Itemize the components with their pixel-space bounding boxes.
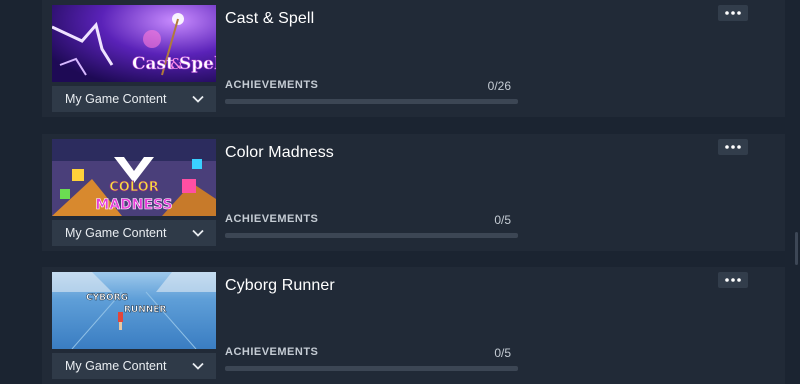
game-title[interactable]: Cyborg Runner [225, 277, 335, 295]
content-filter-label: My Game Content [65, 92, 167, 106]
thumbnail-title-text: Spell [179, 54, 216, 74]
game-thumbnail[interactable]: Cast & Spell [52, 5, 216, 82]
ellipsis-icon [725, 11, 741, 15]
scrollbar-thumb[interactable] [795, 232, 798, 265]
achievements-count: 0/5 [494, 213, 511, 227]
game-title[interactable]: Color Madness [225, 144, 334, 162]
content-filter-dropdown[interactable]: My Game Content [52, 220, 216, 246]
content-filter-dropdown[interactable]: My Game Content [52, 353, 216, 379]
thumbnail-title-text: Cast [132, 54, 174, 74]
more-options-button[interactable] [718, 139, 748, 155]
content-filter-label: My Game Content [65, 226, 167, 240]
ellipsis-icon [725, 145, 741, 149]
ellipsis-icon [725, 278, 741, 282]
achievements-count: 0/26 [487, 79, 511, 93]
thumbnail-title-text: CYBORG [86, 293, 128, 303]
game-card: Cast & Spell My Game Content Cast & Spel… [42, 0, 785, 117]
achievements-label: ACHIEVEMENTS [225, 79, 319, 91]
game-card: CYBORG RUNNER My Game Content Cyborg Run… [42, 267, 785, 384]
more-options-button[interactable] [718, 272, 748, 288]
content-filter-label: My Game Content [65, 359, 167, 373]
content-filter-dropdown[interactable]: My Game Content [52, 86, 216, 112]
game-thumbnail[interactable]: CYBORG RUNNER [52, 272, 216, 349]
achievements-progress-bar [225, 99, 518, 104]
chevron-down-icon [192, 229, 204, 237]
game-thumbnail[interactable]: COLOR MADNESS [52, 139, 216, 216]
achievements-label: ACHIEVEMENTS [225, 213, 319, 225]
more-options-button[interactable] [718, 5, 748, 21]
achievements-count: 0/5 [494, 346, 511, 360]
achievements-progress-bar [225, 233, 518, 238]
thumbnail-title-text: RUNNER [124, 305, 166, 315]
game-card: COLOR MADNESS My Game Content Color Madn… [42, 134, 785, 251]
thumbnail-title-text: COLOR [109, 180, 158, 195]
chevron-down-icon [192, 95, 204, 103]
game-title[interactable]: Cast & Spell [225, 10, 314, 28]
achievements-label: ACHIEVEMENTS [225, 346, 319, 358]
thumbnail-title-text: MADNESS [95, 197, 172, 213]
